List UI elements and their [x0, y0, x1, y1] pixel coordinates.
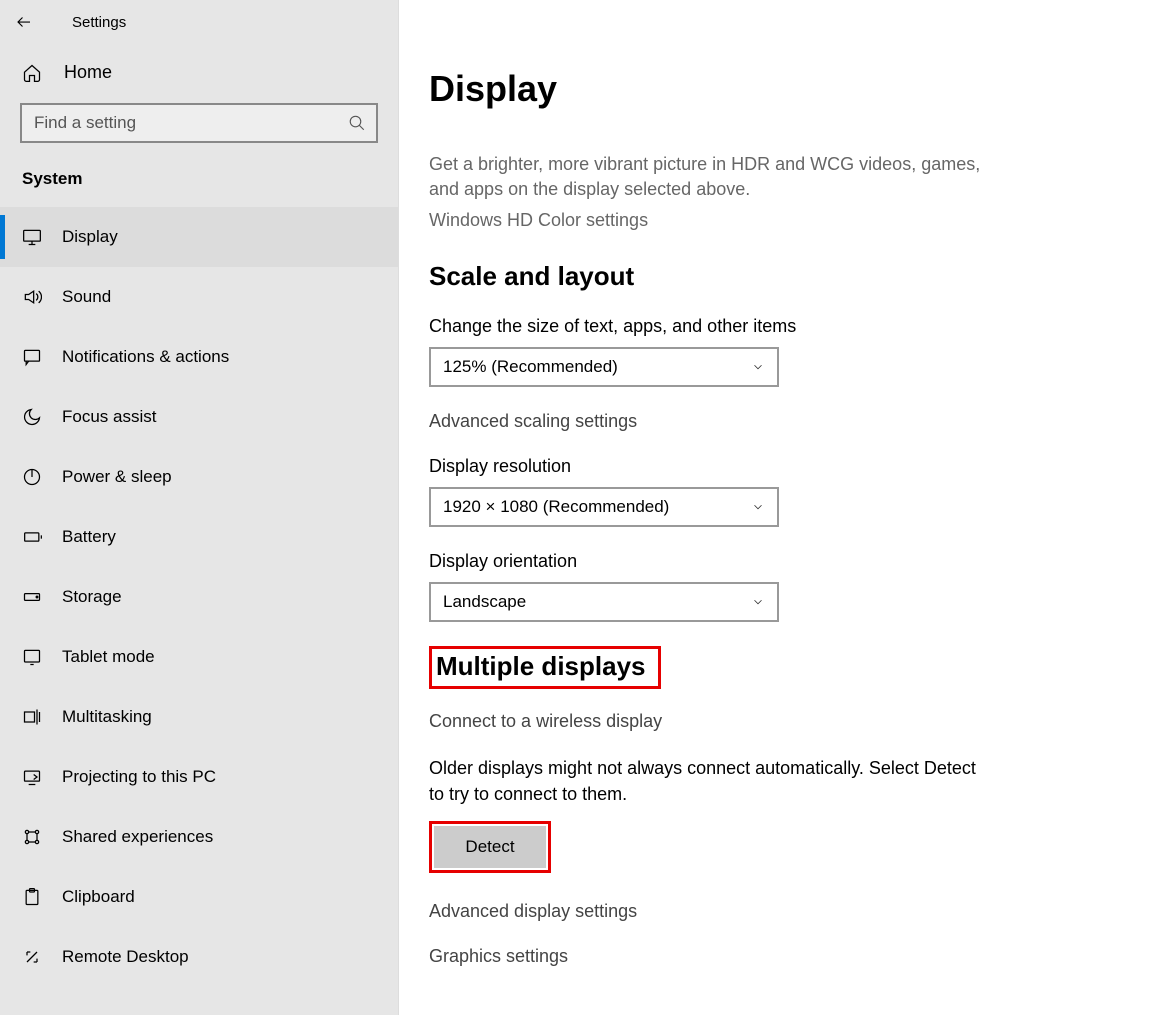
- window-title: Settings: [72, 14, 126, 31]
- multitask-icon: [22, 707, 44, 727]
- main-content: Display Get a brighter, more vibrant pic…: [399, 0, 1158, 1015]
- nav-item-storage[interactable]: Storage: [0, 567, 398, 627]
- orientation-label: Display orientation: [429, 551, 1158, 572]
- search-box[interactable]: [20, 103, 378, 143]
- nav-item-remote-desktop[interactable]: Remote Desktop: [0, 927, 398, 987]
- speaker-icon: [22, 287, 44, 307]
- nav-label: Sound: [62, 287, 111, 307]
- nav-label: Projecting to this PC: [62, 767, 216, 787]
- nav-label: Shared experiences: [62, 827, 213, 847]
- wireless-display-link[interactable]: Connect to a wireless display: [429, 711, 1158, 732]
- highlight-detect-button: Detect: [429, 821, 551, 873]
- scale-size-label: Change the size of text, apps, and other…: [429, 316, 1158, 337]
- nav-label: Storage: [62, 587, 122, 607]
- nav-label: Focus assist: [62, 407, 156, 427]
- nav-item-power-sleep[interactable]: Power & sleep: [0, 447, 398, 507]
- monitor-icon: [22, 227, 44, 247]
- resolution-dropdown[interactable]: 1920 × 1080 (Recommended): [429, 487, 779, 527]
- share-icon: [22, 827, 44, 847]
- nav-label: Tablet mode: [62, 647, 155, 667]
- scale-size-dropdown[interactable]: 125% (Recommended): [429, 347, 779, 387]
- home-label: Home: [64, 62, 112, 83]
- chevron-down-icon: [751, 360, 765, 374]
- page-title: Display: [429, 68, 1158, 110]
- search-icon: [348, 114, 366, 132]
- sidebar: Settings Home System Display: [0, 0, 399, 1015]
- orientation-dropdown[interactable]: Landscape: [429, 582, 779, 622]
- nav-item-clipboard[interactable]: Clipboard: [0, 867, 398, 927]
- resolution-value: 1920 × 1080 (Recommended): [443, 497, 669, 517]
- advanced-display-link[interactable]: Advanced display settings: [429, 901, 1158, 922]
- back-button[interactable]: [12, 10, 36, 34]
- nav-item-shared-experiences[interactable]: Shared experiences: [0, 807, 398, 867]
- nav-item-focus-assist[interactable]: Focus assist: [0, 387, 398, 447]
- orientation-value: Landscape: [443, 592, 526, 612]
- home-icon: [22, 63, 44, 83]
- nav-item-sound[interactable]: Sound: [0, 267, 398, 327]
- hdr-settings-link[interactable]: Windows HD Color settings: [429, 210, 1158, 231]
- arrow-left-icon: [15, 13, 33, 31]
- power-icon: [22, 467, 44, 487]
- chevron-down-icon: [751, 595, 765, 609]
- nav-label: Multitasking: [62, 707, 152, 727]
- nav-label: Battery: [62, 527, 116, 547]
- nav-item-battery[interactable]: Battery: [0, 507, 398, 567]
- moon-icon: [22, 407, 44, 427]
- clipboard-icon: [22, 887, 44, 907]
- advanced-scaling-link[interactable]: Advanced scaling settings: [429, 411, 1158, 432]
- home-nav[interactable]: Home: [0, 44, 398, 93]
- detect-button[interactable]: Detect: [434, 826, 546, 868]
- battery-icon: [22, 527, 44, 547]
- nav-item-display[interactable]: Display: [0, 207, 398, 267]
- nav-item-multitasking[interactable]: Multitasking: [0, 687, 398, 747]
- resolution-label: Display resolution: [429, 456, 1158, 477]
- search-input[interactable]: [32, 112, 348, 134]
- graphics-settings-link[interactable]: Graphics settings: [429, 946, 1158, 967]
- nav-label: Power & sleep: [62, 467, 172, 487]
- section-scale-layout: Scale and layout: [429, 261, 1158, 292]
- window-titlebar: Settings: [0, 0, 398, 44]
- nav-item-notifications[interactable]: Notifications & actions: [0, 327, 398, 387]
- nav-label: Remote Desktop: [62, 947, 189, 967]
- drive-icon: [22, 587, 44, 607]
- section-multiple-displays: Multiple displays: [436, 651, 646, 682]
- nav-item-tablet-mode[interactable]: Tablet mode: [0, 627, 398, 687]
- detect-description: Older displays might not always connect …: [429, 756, 989, 806]
- chevron-down-icon: [751, 500, 765, 514]
- nav-list: Display Sound Notifications & actions Fo…: [0, 207, 398, 987]
- section-label-system: System: [0, 161, 398, 207]
- message-icon: [22, 347, 44, 367]
- remote-icon: [22, 947, 44, 967]
- project-icon: [22, 767, 44, 787]
- nav-label: Clipboard: [62, 887, 135, 907]
- scale-size-value: 125% (Recommended): [443, 357, 618, 377]
- tablet-icon: [22, 647, 44, 667]
- hdr-description: Get a brighter, more vibrant picture in …: [429, 152, 989, 202]
- highlight-multiple-displays: Multiple displays: [429, 646, 661, 689]
- nav-label: Display: [62, 227, 118, 247]
- nav-item-projecting[interactable]: Projecting to this PC: [0, 747, 398, 807]
- nav-label: Notifications & actions: [62, 347, 229, 367]
